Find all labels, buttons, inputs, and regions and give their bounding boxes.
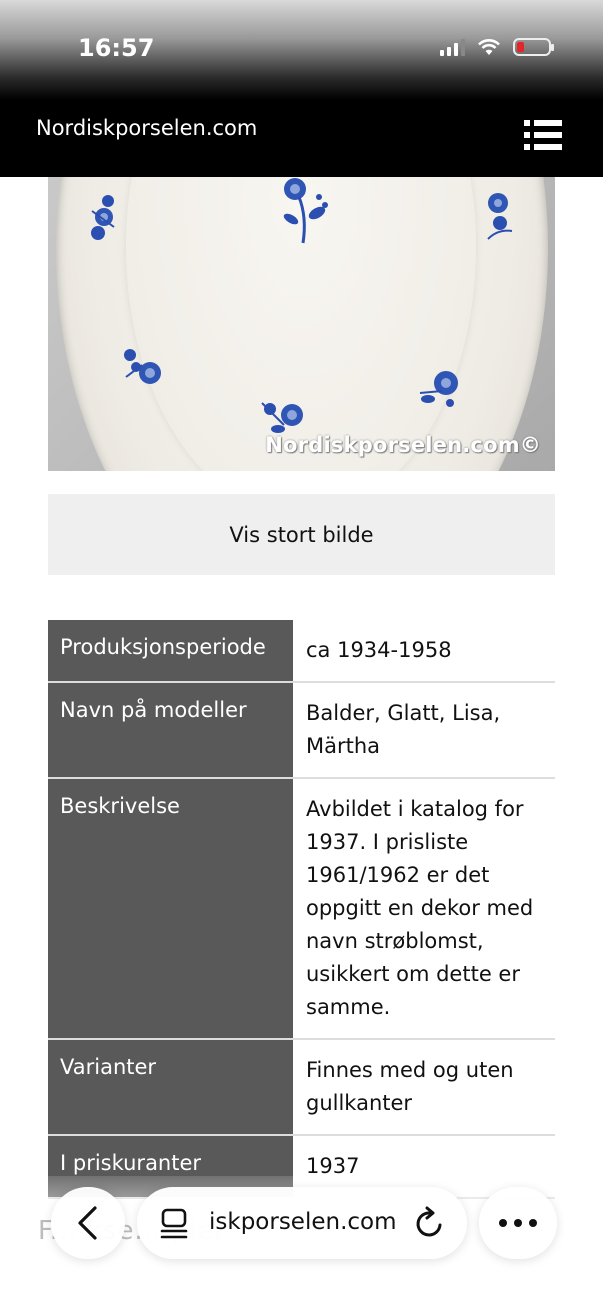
table-row: Beskrivelse Avbildet i katalog for 1937.… <box>48 779 555 1040</box>
view-large-image-button[interactable]: Vis stort bilde <box>48 494 555 575</box>
site-title[interactable]: Nordiskporselen.com <box>36 116 257 140</box>
cellular-signal-icon <box>440 38 465 56</box>
row-label: Beskrivelse <box>48 779 294 1038</box>
top-bar: 16:57 Nordiskporselen.com <box>0 0 603 177</box>
row-value: Balder, Glatt, Lisa, Märtha <box>294 683 555 777</box>
flower-decor-icon <box>283 178 328 244</box>
chevron-left-icon <box>78 1206 97 1240</box>
wifi-icon <box>478 39 500 55</box>
url-text[interactable]: iskporselen.com <box>209 1209 397 1235</box>
product-image[interactable]: Nordiskporselen.com© <box>48 177 555 471</box>
table-row: Varianter Finnes med og uten gullkanter <box>48 1040 555 1136</box>
menu-list-icon[interactable] <box>524 120 562 150</box>
row-value: Avbildet i katalog for 1937. I prisliste… <box>294 779 555 1038</box>
battery-icon <box>513 38 554 56</box>
status-time: 16:57 <box>78 34 155 62</box>
address-bar[interactable]: iskporselen.com <box>137 1187 467 1259</box>
flower-decor-icon <box>124 349 161 384</box>
more-options-button[interactable] <box>479 1187 557 1259</box>
row-value: Finnes med og uten gullkanter <box>294 1040 555 1134</box>
image-watermark: Nordiskporselen.com© <box>265 433 541 457</box>
flower-decor-icon <box>419 371 458 407</box>
details-table: Produksjonsperiode ca 1934-1958 Navn på … <box>48 620 555 1199</box>
row-label: Varianter <box>48 1040 294 1134</box>
row-value: ca 1934-1958 <box>294 620 555 681</box>
table-row: Produksjonsperiode ca 1934-1958 <box>48 620 555 683</box>
page-menu-icon[interactable] <box>159 1207 189 1239</box>
row-label: Produksjonsperiode <box>48 620 294 681</box>
back-button[interactable] <box>51 1187 125 1259</box>
more-dots-icon <box>499 1219 537 1227</box>
table-row: Navn på modeller Balder, Glatt, Lisa, Mä… <box>48 683 555 779</box>
reload-icon[interactable] <box>413 1205 447 1241</box>
row-label: Navn på modeller <box>48 683 294 777</box>
flower-decor-icon <box>91 195 115 240</box>
flower-decor-icon <box>487 193 513 240</box>
status-icons <box>440 38 554 56</box>
